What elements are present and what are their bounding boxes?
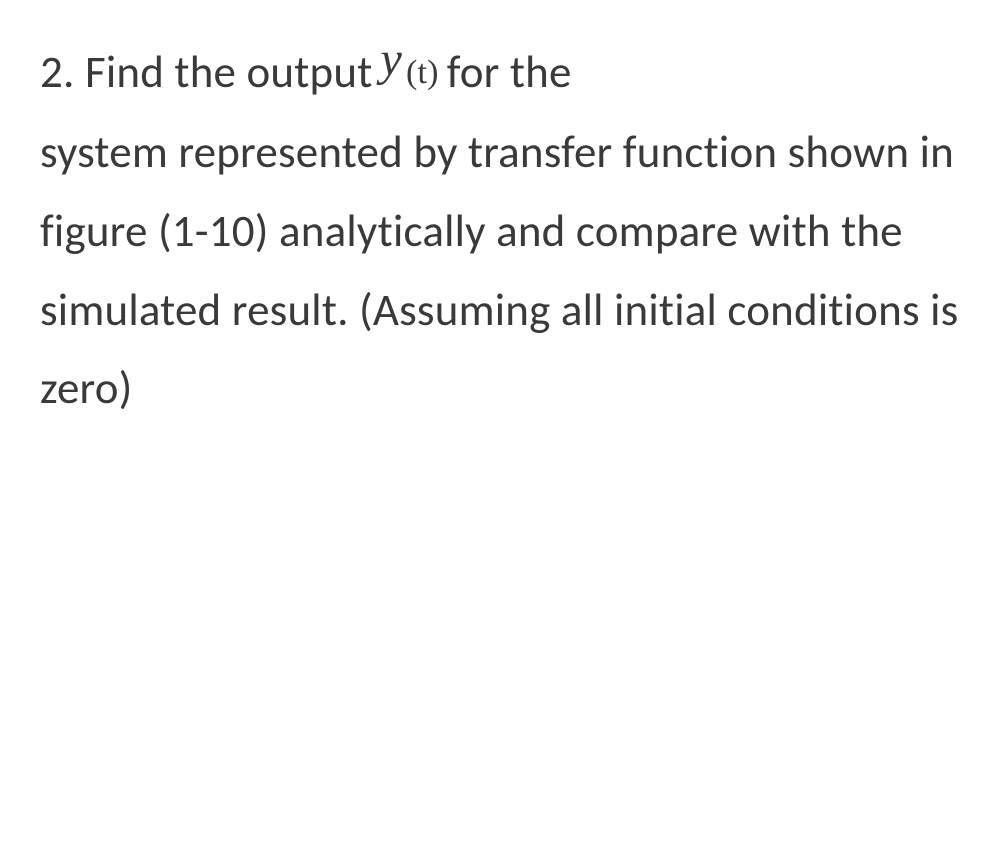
problem-number-and-prefix: 2. Find the output [40,34,373,113]
problem-line-1: 2. Find the output y(t) for the [40,30,967,114]
math-subscript-t: (t) [406,54,439,91]
math-variable-y: y [381,33,403,86]
line1-suffix-text: for the [447,34,572,113]
problem-statement: 2. Find the output y(t) for the system r… [40,30,967,429]
line1-prefix-text: Find the output [85,45,373,100]
problem-number: 2. [40,45,75,100]
math-expression: y(t) [373,30,439,114]
problem-remaining-text: system represented by transfer function … [40,114,967,429]
